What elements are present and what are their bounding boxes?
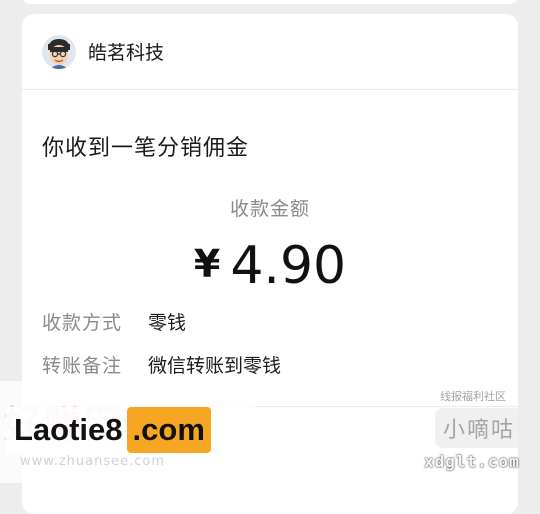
amount-value: 4.90 [230, 236, 347, 296]
card-header[interactable]: 皓茗科技 [22, 14, 518, 90]
notice-title: 你收到一笔分销佣金 [42, 136, 250, 161]
detail-row-remark: 转账备注 微信转账到零钱 [42, 351, 281, 378]
logo-text-part1: Laotie8 [6, 407, 127, 453]
watermark-ghost-url: www.zhuansee.com [20, 454, 166, 469]
logo-text-part2: .com [126, 407, 211, 453]
amount-label: 收款金额 [229, 198, 310, 220]
detail-key: 转账备注 [42, 355, 123, 377]
watermark-right-caption: 线报福利社区 [440, 390, 506, 403]
detail-row-method: 收款方式 零钱 [42, 308, 186, 335]
watermark-logo: Laotie8 .com [6, 407, 211, 453]
watermark-right-badge: 小嘀咕 [435, 408, 523, 448]
detail-key: 收款方式 [42, 312, 123, 334]
detail-value: 微信转账到零钱 [148, 355, 282, 377]
avatar-cartoon-icon [42, 34, 76, 69]
detail-value: 零钱 [148, 312, 187, 334]
previous-card [22, 0, 518, 4]
currency-symbol: ¥ [193, 242, 221, 286]
amount-display: ¥4.90 [22, 236, 518, 296]
watermark-right-url: xdglt.com [424, 452, 520, 471]
merchant-name: 皓茗科技 [88, 42, 165, 64]
